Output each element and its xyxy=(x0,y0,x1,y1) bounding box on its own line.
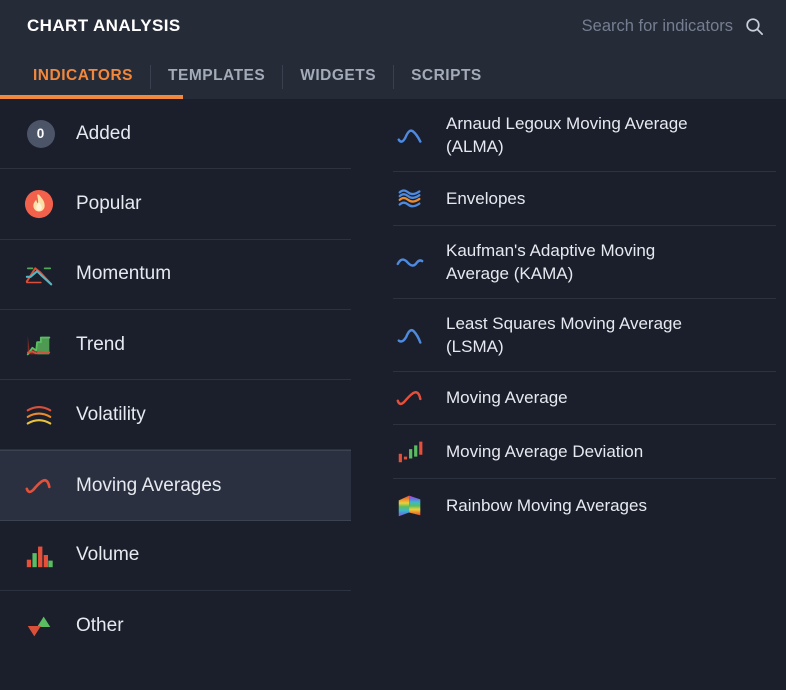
indicator-list: Arnaud Legoux Moving Average (ALMA) Enve… xyxy=(352,99,786,690)
tab-widgets-label: WIDGETS xyxy=(300,67,377,84)
list-item[interactable]: Rainbow Moving Averages xyxy=(393,479,776,533)
sidebar-item-volatility[interactable]: Volatility xyxy=(0,380,351,451)
category-sidebar: 0 Added Popular Momentum Trend Volatilit… xyxy=(0,99,351,690)
list-item[interactable]: Moving Average Deviation xyxy=(393,425,776,479)
moving-average-curve-icon xyxy=(22,469,56,503)
sidebar-item-label: Momentum xyxy=(76,263,172,285)
sidebar-item-label: Moving Averages xyxy=(76,474,222,496)
list-item-label: Kaufman's Adaptive Moving Average (KAMA) xyxy=(446,240,656,283)
tab-templates-label: TEMPLATES xyxy=(168,67,266,84)
up-down-triangles-icon xyxy=(22,609,56,643)
sidebar-item-label: Volume xyxy=(76,544,140,566)
page-title: CHART ANALYSIS xyxy=(27,16,181,35)
volatility-arcs-icon xyxy=(22,398,56,432)
list-item[interactable]: Arnaud Legoux Moving Average (ALMA) xyxy=(393,99,776,172)
list-item[interactable]: Kaufman's Adaptive Moving Average (KAMA) xyxy=(393,226,776,299)
dialog-body: 0 Added Popular Momentum Trend Volatilit… xyxy=(0,99,786,690)
momentum-lines-icon xyxy=(22,257,56,291)
trend-area-icon xyxy=(22,328,56,362)
flame-icon xyxy=(22,187,56,221)
volume-bars-icon xyxy=(22,538,56,572)
sidebar-item-label: Popular xyxy=(76,192,142,214)
deviation-bars-icon xyxy=(393,434,427,468)
sidebar-item-added[interactable]: 0 Added xyxy=(0,99,351,170)
list-item[interactable]: Moving Average xyxy=(393,372,776,425)
tab-indicators-label: INDICATORS xyxy=(33,67,134,84)
list-item[interactable]: Envelopes xyxy=(393,172,776,226)
rainbow-bands-icon xyxy=(393,488,427,522)
list-item-label: Arnaud Legoux Moving Average (ALMA) xyxy=(446,114,688,156)
sidebar-item-label: Other xyxy=(76,615,124,637)
moving-average-curve-icon xyxy=(393,381,427,415)
lsma-curve-icon xyxy=(393,318,427,352)
sidebar-item-popular[interactable]: Popular xyxy=(0,169,351,240)
search-area[interactable] xyxy=(513,16,764,36)
header-top-row: CHART ANALYSIS xyxy=(0,0,786,52)
dialog-header: CHART ANALYSIS INDICATORS TEMPLATES xyxy=(0,0,786,99)
tab-scripts-label: SCRIPTS xyxy=(411,67,482,84)
sidebar-item-trend[interactable]: Trend xyxy=(0,310,351,381)
sidebar-item-label: Added xyxy=(76,122,131,144)
sidebar-item-label: Trend xyxy=(76,333,125,355)
sidebar-item-moving-averages[interactable]: Moving Averages xyxy=(0,450,351,521)
tab-widgets[interactable]: WIDGETS xyxy=(283,52,393,99)
tab-bar: INDICATORS TEMPLATES WIDGETS SCRIPTS xyxy=(0,52,786,99)
list-item[interactable]: Least Squares Moving Average (LSMA) xyxy=(393,299,776,372)
sidebar-item-label: Volatility xyxy=(76,403,146,425)
sidebar-item-volume[interactable]: Volume xyxy=(0,521,351,592)
sidebar-item-momentum[interactable]: Momentum xyxy=(0,240,351,310)
list-item-label: Moving Average xyxy=(446,388,568,408)
list-item-label: Least Squares Moving Average (LSMA) xyxy=(446,313,682,356)
search-icon[interactable] xyxy=(745,17,764,36)
sidebar-item-other[interactable]: Other xyxy=(0,591,351,661)
list-item-label: Moving Average Deviation xyxy=(446,441,644,461)
search-input[interactable] xyxy=(513,16,733,36)
envelopes-waves-icon xyxy=(393,181,427,215)
added-count-badge: 0 xyxy=(26,119,55,148)
tab-templates[interactable]: TEMPLATES xyxy=(151,52,282,99)
chart-analysis-dialog: CHART ANALYSIS INDICATORS TEMPLATES xyxy=(0,0,786,690)
tab-scripts[interactable]: SCRIPTS xyxy=(394,52,499,99)
list-item-label: Envelopes xyxy=(446,188,526,208)
badge-count-icon: 0 xyxy=(22,117,56,151)
kama-curve-icon xyxy=(393,245,427,279)
alma-curve-icon xyxy=(393,118,427,152)
list-item-label: Rainbow Moving Averages xyxy=(446,495,647,515)
tab-indicators[interactable]: INDICATORS xyxy=(16,52,150,99)
